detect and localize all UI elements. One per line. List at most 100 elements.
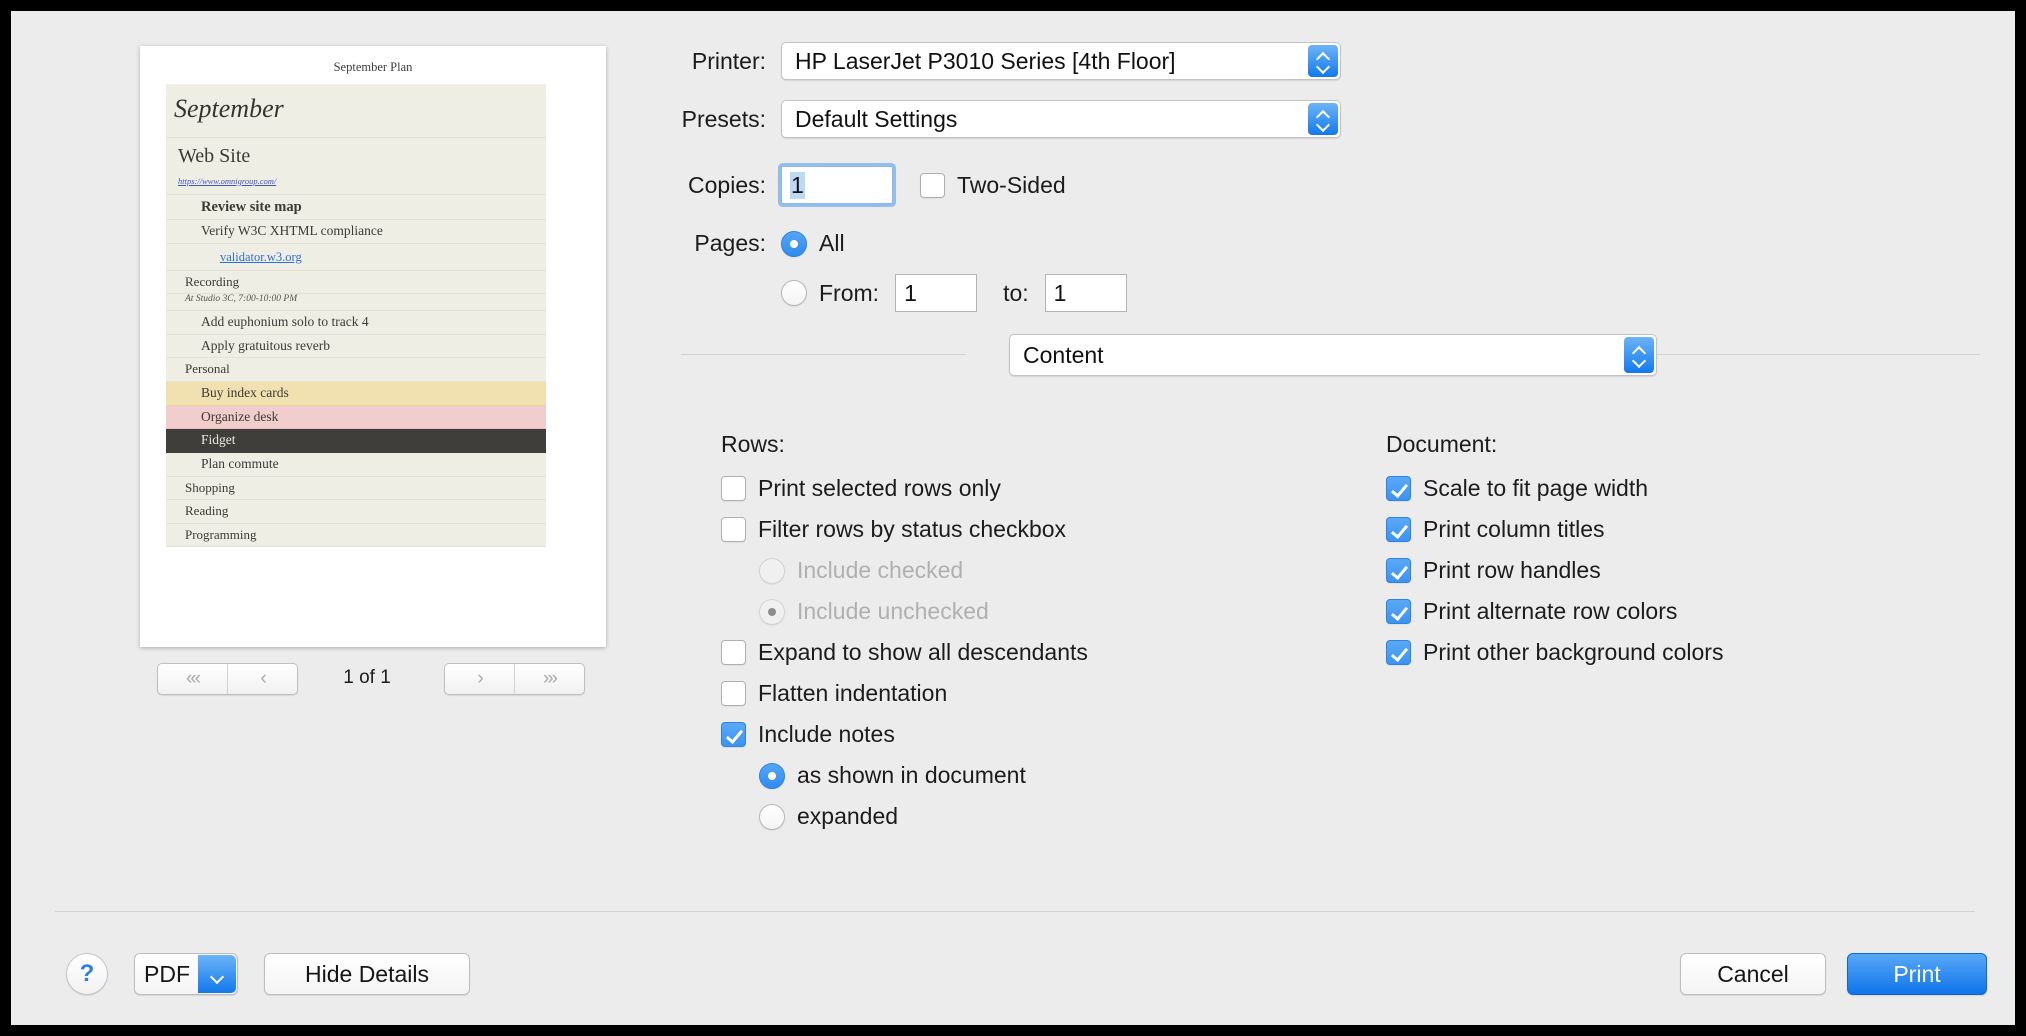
rows-option[interactable]: Filter rows by status checkbox	[721, 516, 1241, 543]
notes-radio-option[interactable]: expanded	[759, 803, 1241, 830]
page-count-label: 1 of 1	[343, 667, 391, 688]
pages-label: Pages:	[694, 230, 766, 256]
copies-input[interactable]: 1	[781, 166, 893, 204]
presets-select[interactable]: Default Settings	[781, 100, 1341, 138]
pages-all-option[interactable]: All	[781, 230, 845, 257]
pane-selector-stepper-icon[interactable]	[1624, 337, 1654, 373]
preview-row-bold: Review site map	[166, 194, 546, 220]
radio-button	[759, 557, 785, 584]
two-sided-checkbox[interactable]	[920, 172, 945, 198]
preview-row: Shopping	[166, 477, 546, 501]
pages-to-input[interactable]: 1	[1044, 274, 1127, 312]
preview-document-header: September Plan	[333, 60, 413, 74]
document-option[interactable]: Print column titles	[1386, 516, 1886, 543]
pagination-forward-group[interactable]: › ›»	[444, 663, 585, 695]
radio-button[interactable]	[759, 803, 785, 830]
preview-row-link: https://www.omnigroup.com/	[166, 169, 546, 195]
preview-row-link: validator.w3.org	[166, 243, 546, 271]
preview-row: Verify W3C XHTML compliance	[166, 219, 546, 244]
rows-option[interactable]: Expand to show all descendants	[721, 639, 1241, 666]
checkbox[interactable]	[1386, 476, 1411, 501]
chevron-down-icon	[1317, 121, 1330, 128]
next-page-button[interactable]: ›	[445, 664, 514, 694]
first-page-button[interactable]: «‹	[158, 664, 227, 694]
rows-option[interactable]: Flatten indentation	[721, 680, 1241, 707]
chevron-up-icon	[1633, 347, 1646, 354]
pagination-back-group[interactable]: «‹ ‹	[157, 663, 298, 695]
chevron-down-icon	[1317, 63, 1330, 70]
checkbox[interactable]	[721, 476, 746, 501]
pdf-button[interactable]: PDF	[134, 953, 238, 995]
two-sided-label: Two-Sided	[957, 171, 1066, 198]
pages-range-radio[interactable]	[781, 280, 807, 306]
presets-label: Presets:	[681, 105, 766, 132]
notes-radio-option[interactable]: as shown in document	[759, 762, 1241, 789]
radio-label: as shown in document	[797, 762, 1026, 788]
checkbox[interactable]	[1386, 517, 1411, 542]
previous-page-button[interactable]: ‹	[227, 664, 297, 694]
pages-from-value: 1	[904, 279, 917, 306]
preview-row: Apply gratuitous reverb	[166, 334, 546, 359]
preview-url-text: https://www.omnigroup.com/	[178, 175, 277, 186]
pages-from-label: From:	[819, 279, 880, 306]
document-option[interactable]: Scale to fit page width	[1386, 475, 1886, 502]
print-button[interactable]: Print	[1847, 953, 1987, 995]
rows-checkbox-list-2: Expand to show all descendants Flatten in…	[721, 639, 1241, 748]
pane-selector[interactable]: Content	[1009, 334, 1657, 376]
checkbox-label: Include notes	[758, 721, 895, 747]
checkbox[interactable]	[1386, 640, 1411, 665]
rows-option[interactable]: Print selected rows only	[721, 475, 1241, 502]
preview-row-highlight: Organize desk	[166, 405, 546, 430]
preview-document-body: September Web Site https://www.omnigroup.c…	[166, 84, 546, 547]
printer-row: Printer: HP LaserJet P3010 Series [4th F…	[651, 42, 1341, 80]
radio-button	[759, 598, 785, 625]
checkbox[interactable]	[721, 722, 746, 747]
document-checkbox-list: Scale to fit page width Print column titl…	[1386, 475, 1886, 666]
checkbox-label: Print alternate row colors	[1423, 598, 1678, 624]
pdf-menu-arrow-icon[interactable]	[198, 955, 236, 993]
cancel-button[interactable]: Cancel	[1680, 953, 1826, 995]
help-button[interactable]: ?	[66, 953, 108, 995]
checkbox[interactable]	[721, 640, 746, 665]
checkbox-label: Expand to show all descendants	[758, 639, 1088, 665]
two-sided-option[interactable]: Two-Sided	[920, 172, 1066, 199]
document-group: Document: Scale to fit page width Print c…	[1386, 431, 1886, 680]
last-page-button[interactable]: ›»	[514, 664, 584, 694]
preview-row: Personal	[166, 358, 546, 382]
pages-from-input[interactable]: 1	[895, 274, 978, 312]
preview-pagination: «‹ ‹ 1 of 1 › ›»	[11, 663, 651, 699]
preview-paper-sheet: September Plan September Web Site https://…	[140, 46, 606, 647]
preview-row-heading: Web Site	[166, 137, 546, 170]
chevron-down-icon	[1633, 357, 1646, 364]
chevron-down-icon	[211, 971, 224, 978]
print-options-pane: Printer: HP LaserJet P3010 Series [4th F…	[651, 11, 2015, 911]
checkbox[interactable]	[721, 517, 746, 542]
printer-label: Printer:	[691, 47, 766, 74]
pdf-button-label: PDF	[144, 960, 190, 987]
document-option[interactable]: Print other background colors	[1386, 639, 1886, 666]
preview-row: Programming	[166, 523, 546, 547]
document-group-title: Document:	[1386, 431, 1498, 457]
preview-row: Reading	[166, 500, 546, 524]
pages-all-radio[interactable]	[781, 230, 807, 257]
radio-button[interactable]	[759, 762, 785, 789]
checkbox[interactable]	[1386, 599, 1411, 624]
radio-label: Include checked	[797, 557, 964, 583]
document-option[interactable]: Print row handles	[1386, 557, 1886, 584]
checkbox[interactable]	[721, 681, 746, 706]
preview-row-note: At Studio 3C, 7:00-10:00 PM	[166, 293, 546, 311]
hide-details-button[interactable]: Hide Details	[264, 953, 470, 995]
filter-radio-option: Include checked	[759, 557, 1241, 584]
checkbox[interactable]	[1386, 558, 1411, 583]
presets-stepper-icon[interactable]	[1308, 103, 1338, 135]
rows-checkbox-list-1: Print selected rows only Filter rows by s…	[721, 475, 1241, 543]
rows-group: Rows: Print selected rows only Filter row…	[721, 431, 1241, 844]
pages-to-value: 1	[1053, 279, 1067, 306]
printer-stepper-icon[interactable]	[1308, 45, 1338, 77]
rows-option[interactable]: Include notes	[721, 721, 1241, 748]
pages-row: Pages: All	[651, 230, 845, 257]
radio-label: Include unchecked	[797, 598, 989, 624]
document-option[interactable]: Print alternate row colors	[1386, 598, 1886, 625]
preview-row-highlight: Fidget	[166, 429, 546, 454]
printer-select[interactable]: HP LaserJet P3010 Series [4th Floor]	[781, 42, 1341, 80]
